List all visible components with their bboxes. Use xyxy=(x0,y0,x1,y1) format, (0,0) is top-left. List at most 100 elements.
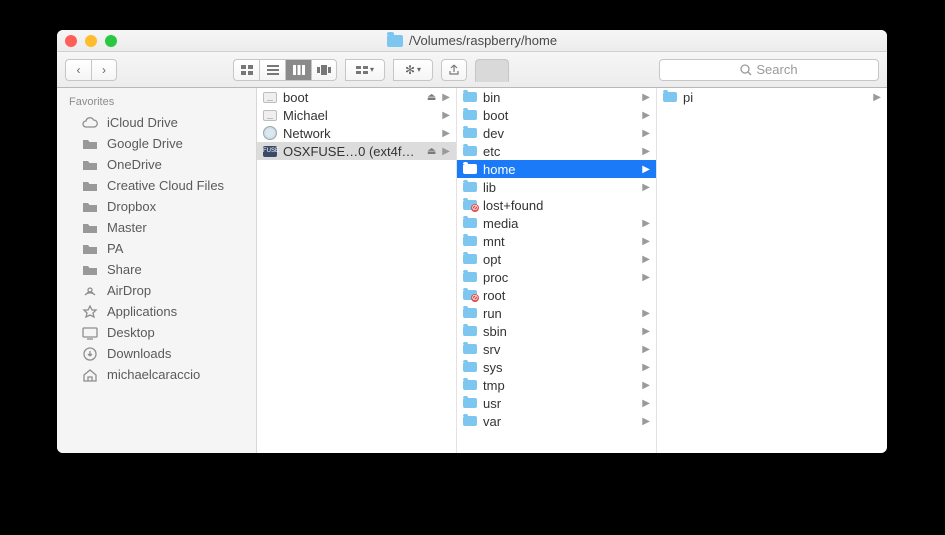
file-row[interactable]: tmp ▶ xyxy=(457,376,656,394)
file-row[interactable]: lost+found xyxy=(457,196,656,214)
file-row[interactable]: pi ▶ xyxy=(657,88,887,106)
desktop-icon xyxy=(81,326,99,340)
tags-button[interactable] xyxy=(475,59,509,82)
column-0[interactable]: boot⏏▶Michael▶Network▶FUSEOSXFUSE…0 (ext… xyxy=(257,88,457,453)
chevron-right-icon: ▶ xyxy=(642,236,650,247)
chevron-right-icon: ▶ xyxy=(642,380,650,391)
zoom-button[interactable] xyxy=(105,35,117,47)
search-placeholder: Search xyxy=(756,62,797,77)
column-2[interactable]: pi ▶ xyxy=(657,88,887,453)
apps-icon xyxy=(81,305,99,319)
folder-icon xyxy=(463,164,477,174)
nav-buttons: ‹ › xyxy=(65,59,117,81)
file-label: tmp xyxy=(483,378,636,393)
file-row[interactable]: proc▶ xyxy=(457,268,656,286)
file-label: sbin xyxy=(483,324,636,339)
file-row[interactable]: srv▶ xyxy=(457,340,656,358)
file-label: pi xyxy=(683,90,867,105)
chevron-right-icon: ▶ xyxy=(642,254,650,265)
file-row[interactable]: opt▶ xyxy=(457,250,656,268)
file-row[interactable]: var▶ xyxy=(457,412,656,430)
arrange-button[interactable]: ▾ xyxy=(345,59,385,81)
file-label: lost+found xyxy=(483,198,650,213)
file-label: usr xyxy=(483,396,636,411)
sidebar-item-label: Desktop xyxy=(107,325,155,340)
file-row[interactable]: dev▶ xyxy=(457,124,656,142)
disk-icon xyxy=(263,92,277,103)
file-label: media xyxy=(483,216,636,231)
sidebar-item-label: Applications xyxy=(107,304,177,319)
disk-icon xyxy=(263,110,277,121)
file-label: boot xyxy=(483,108,636,123)
sidebar-item-michaelcaraccio[interactable]: michaelcaraccio xyxy=(57,364,256,385)
search-input[interactable]: Search xyxy=(659,59,879,81)
file-row[interactable]: etc▶ xyxy=(457,142,656,160)
window-title: /Volumes/raspberry/home xyxy=(57,33,887,48)
chevron-right-icon: ▶ xyxy=(442,110,450,121)
view-coverflow-button[interactable] xyxy=(311,59,337,81)
sidebar-item-pa[interactable]: PA xyxy=(57,238,256,259)
chevron-right-icon: ▶ xyxy=(642,128,650,139)
back-button[interactable]: ‹ xyxy=(65,59,91,81)
file-row[interactable]: boot▶ xyxy=(457,106,656,124)
file-row[interactable]: usr▶ xyxy=(457,394,656,412)
file-row[interactable]: run▶ xyxy=(457,304,656,322)
folder-icon xyxy=(463,416,477,426)
minimize-button[interactable] xyxy=(85,35,97,47)
sidebar-item-label: michaelcaraccio xyxy=(107,367,200,382)
file-label: var xyxy=(483,414,636,429)
file-row[interactable]: Michael▶ xyxy=(257,106,456,124)
sidebar-item-label: Creative Cloud Files xyxy=(107,178,224,193)
close-button[interactable] xyxy=(65,35,77,47)
sidebar-item-applications[interactable]: Applications xyxy=(57,301,256,322)
chevron-right-icon: ▶ xyxy=(442,128,450,139)
chevron-right-icon: ▶ xyxy=(442,146,450,157)
folder-icon xyxy=(81,221,99,235)
file-row[interactable]: root xyxy=(457,286,656,304)
eject-icon[interactable]: ⏏ xyxy=(427,146,436,157)
view-list-button[interactable] xyxy=(259,59,285,81)
file-row[interactable]: bin ▶ xyxy=(457,88,656,106)
chevron-right-icon: ▶ xyxy=(873,92,881,103)
file-row[interactable]: mnt▶ xyxy=(457,232,656,250)
file-row[interactable]: media▶ xyxy=(457,214,656,232)
titlebar: /Volumes/raspberry/home xyxy=(57,30,887,52)
folder-icon xyxy=(81,137,99,151)
sidebar-item-onedrive[interactable]: OneDrive xyxy=(57,154,256,175)
sidebar-item-downloads[interactable]: Downloads xyxy=(57,343,256,364)
sidebar-item-creative-cloud-files[interactable]: Creative Cloud Files xyxy=(57,175,256,196)
view-column-button[interactable] xyxy=(285,59,311,81)
forward-button[interactable]: › xyxy=(91,59,117,81)
file-label: bin xyxy=(483,90,636,105)
file-row[interactable]: Network▶ xyxy=(257,124,456,142)
sidebar-item-label: OneDrive xyxy=(107,157,162,172)
file-label: lib xyxy=(483,180,636,195)
sidebar-item-master[interactable]: Master xyxy=(57,217,256,238)
view-mode-buttons xyxy=(233,59,337,81)
sidebar-item-google-drive[interactable]: Google Drive xyxy=(57,133,256,154)
file-row[interactable]: boot⏏▶ xyxy=(257,88,456,106)
sidebar-item-icloud-drive[interactable]: iCloud Drive xyxy=(57,112,256,133)
file-row[interactable]: sbin▶ xyxy=(457,322,656,340)
sidebar-item-label: PA xyxy=(107,241,123,256)
sidebar-item-label: Master xyxy=(107,220,147,235)
file-row[interactable]: lib▶ xyxy=(457,178,656,196)
sidebar-item-desktop[interactable]: Desktop xyxy=(57,322,256,343)
column-1[interactable]: bin▶boot▶dev▶etc▶home▶lib▶lost+foundmedi… xyxy=(457,88,657,453)
chevron-right-icon: ▶ xyxy=(642,92,650,103)
chevron-right-icon: ▶ xyxy=(442,92,450,103)
action-button[interactable]: ✻▾ xyxy=(393,59,433,81)
view-icon-button[interactable] xyxy=(233,59,259,81)
sidebar-item-label: Google Drive xyxy=(107,136,183,151)
share-button[interactable] xyxy=(441,59,467,81)
sidebar-item-airdrop[interactable]: AirDrop xyxy=(57,280,256,301)
folder-icon xyxy=(81,200,99,214)
file-row[interactable]: FUSEOSXFUSE…0 (ext4fuse)⏏▶ xyxy=(257,142,456,160)
chevron-right-icon: ▶ xyxy=(642,146,650,157)
file-row[interactable]: sys▶ xyxy=(457,358,656,376)
sidebar-item-dropbox[interactable]: Dropbox xyxy=(57,196,256,217)
sidebar-item-share[interactable]: Share xyxy=(57,259,256,280)
chevron-right-icon: ▶ xyxy=(642,362,650,373)
file-row[interactable]: home▶ xyxy=(457,160,656,178)
eject-icon[interactable]: ⏏ xyxy=(427,92,436,103)
